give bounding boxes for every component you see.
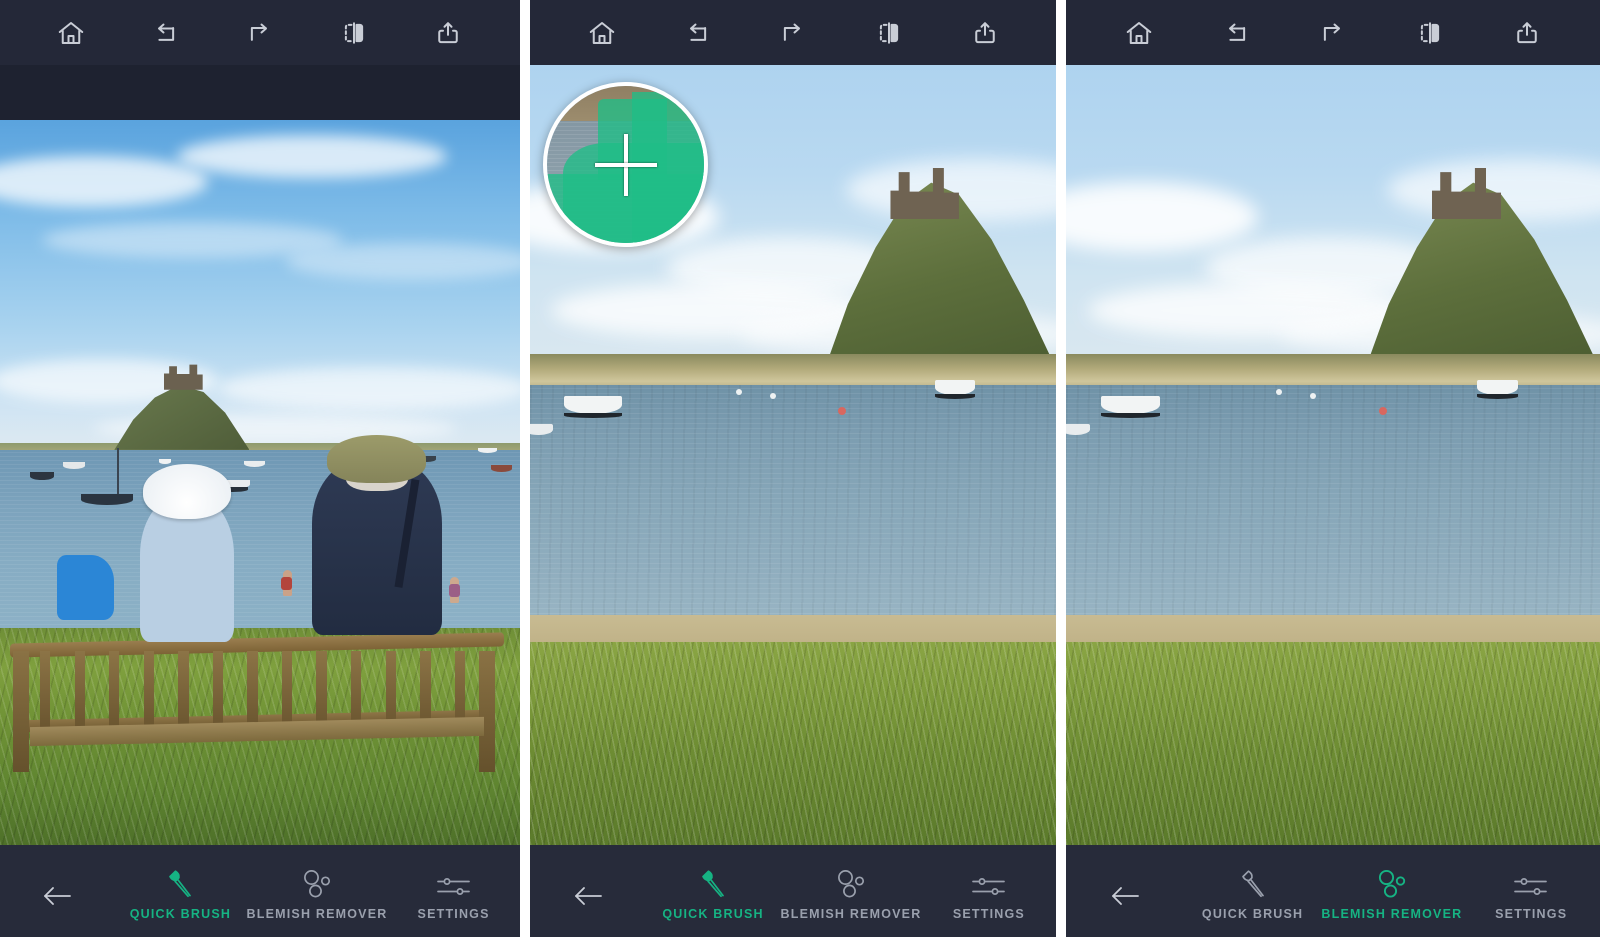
three-panel-screenshot: QUICK BRUSH BLEMISH REMOVER SETTINGS QUI…: [0, 0, 1600, 937]
undo-icon[interactable]: [677, 13, 717, 53]
tool-label-quick-brush: QUICK BRUSH: [129, 906, 232, 921]
top-toolbar: [1066, 0, 1600, 65]
letterbox-band: [0, 65, 520, 120]
tool-settings[interactable]: SETTINGS: [921, 845, 1056, 937]
panel-divider-2: [1056, 0, 1067, 937]
tool-blemish-remover[interactable]: BLEMISH REMOVER: [781, 845, 922, 937]
home-icon[interactable]: [51, 13, 91, 53]
undo-icon[interactable]: [1216, 13, 1256, 53]
top-toolbar: [529, 0, 1057, 65]
panel-result: QUICK BRUSH BLEMISH REMOVER SETTINGS: [1066, 0, 1600, 937]
panel-divider-1: [519, 0, 530, 937]
tool-blemish-remover[interactable]: BLEMISH REMOVER: [247, 845, 388, 937]
tool-quick-brush[interactable]: QUICK BRUSH: [114, 845, 246, 937]
sliders-icon: [1512, 866, 1550, 900]
share-icon[interactable]: [965, 13, 1005, 53]
back-arrow-icon: [570, 876, 606, 910]
sliders-icon: [435, 866, 473, 900]
tool-label-blemish-remover: BLEMISH REMOVER: [246, 906, 388, 921]
compare-icon[interactable]: [334, 13, 374, 53]
blemish-icon: [297, 866, 337, 900]
tool-label-settings: SETTINGS: [952, 906, 1025, 921]
back-button[interactable]: [1066, 845, 1183, 937]
tool-quick-brush[interactable]: QUICK BRUSH: [646, 845, 781, 937]
panel-original: QUICK BRUSH BLEMISH REMOVER SETTINGS: [0, 0, 520, 937]
tool-label-quick-brush: QUICK BRUSH: [662, 906, 764, 921]
photo-bay-cleaned: [1066, 65, 1600, 845]
tool-quick-brush[interactable]: QUICK BRUSH: [1184, 845, 1322, 937]
compare-icon[interactable]: [869, 13, 909, 53]
tool-label-blemish-remover: BLEMISH REMOVER: [1321, 906, 1463, 921]
redo-icon[interactable]: [240, 13, 280, 53]
bench: [10, 632, 505, 812]
tool-label-settings: SETTINGS: [1495, 906, 1568, 921]
sliders-icon: [970, 866, 1008, 900]
tool-settings[interactable]: SETTINGS: [1462, 845, 1600, 937]
share-icon[interactable]: [1507, 13, 1547, 53]
photo-stage-original[interactable]: [0, 120, 520, 845]
brush-icon: [698, 866, 728, 900]
tool-blemish-remover[interactable]: BLEMISH REMOVER: [1321, 845, 1462, 937]
photo-stage-brushing[interactable]: [529, 65, 1057, 845]
photo-original: [0, 120, 520, 845]
back-arrow-icon: [39, 876, 75, 910]
redo-icon[interactable]: [773, 13, 813, 53]
crosshair-icon: [594, 133, 657, 196]
bottom-toolbar: QUICK BRUSH BLEMISH REMOVER SETTINGS: [529, 845, 1057, 937]
home-icon[interactable]: [1119, 13, 1159, 53]
tool-label-blemish-remover: BLEMISH REMOVER: [780, 906, 922, 921]
home-icon[interactable]: [582, 13, 622, 53]
blemish-icon: [1372, 866, 1412, 900]
brush-icon: [1238, 866, 1268, 900]
tool-label-settings: SETTINGS: [417, 906, 490, 921]
tool-label-quick-brush: QUICK BRUSH: [1201, 906, 1304, 921]
bottom-toolbar: QUICK BRUSH BLEMISH REMOVER SETTINGS: [1066, 845, 1600, 937]
blemish-icon: [831, 866, 871, 900]
magnifier-loupe: [543, 82, 709, 248]
back-arrow-icon: [1107, 876, 1143, 910]
undo-icon[interactable]: [145, 13, 185, 53]
compare-icon[interactable]: [1410, 13, 1450, 53]
tool-settings[interactable]: SETTINGS: [387, 845, 519, 937]
bottom-toolbar: QUICK BRUSH BLEMISH REMOVER SETTINGS: [0, 845, 520, 937]
back-button[interactable]: [0, 845, 114, 937]
back-button[interactable]: [530, 845, 646, 937]
photo-bay-with-mask: [529, 65, 1057, 845]
redo-icon[interactable]: [1313, 13, 1353, 53]
brush-icon: [165, 866, 195, 900]
top-toolbar: [0, 0, 520, 65]
photo-stage-result[interactable]: [1066, 65, 1600, 845]
panel-brushing: QUICK BRUSH BLEMISH REMOVER SETTINGS: [529, 0, 1057, 937]
share-icon[interactable]: [428, 13, 468, 53]
